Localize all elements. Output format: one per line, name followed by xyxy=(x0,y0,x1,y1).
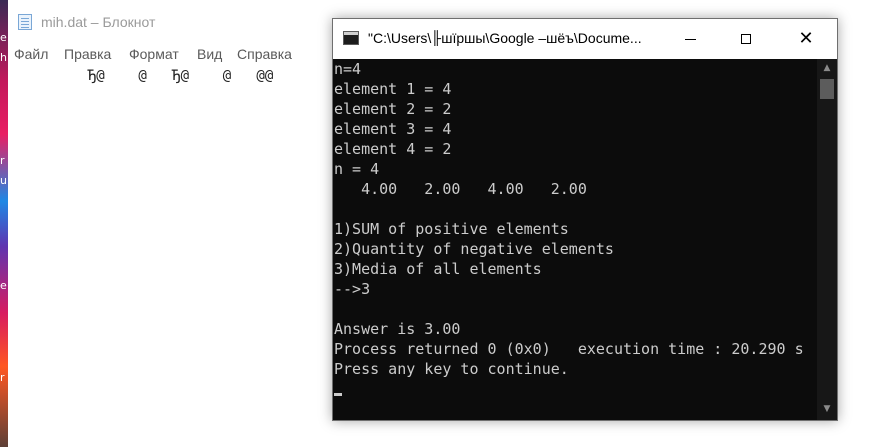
notepad-app-icon xyxy=(18,14,32,30)
desktop-icon-label-fragment: r xyxy=(0,371,5,384)
text-cursor xyxy=(334,393,342,396)
console-window-title: "C:\Users\╟шїршы\Google –шёъ\Docume... xyxy=(368,30,642,46)
console-line: -->3 xyxy=(334,280,371,298)
console-line: 3)Media of all elements xyxy=(334,260,542,278)
scrollbar-thumb[interactable] xyxy=(820,79,834,99)
console-window[interactable]: "C:\Users\╟шїршы\Google –шёъ\Docume... ✕… xyxy=(332,18,838,421)
menu-edit[interactable]: Правка xyxy=(64,46,111,62)
menu-format[interactable]: Формат xyxy=(129,46,179,62)
desktop-icon-label-fragment: h xyxy=(0,51,7,64)
menu-help[interactable]: Справка xyxy=(237,46,292,62)
close-icon: ✕ xyxy=(798,28,814,49)
minimize-button[interactable] xyxy=(667,19,713,59)
maximize-button[interactable] xyxy=(723,19,769,59)
console-output-text: n=4 element 1 = 4 element 2 = 2 element … xyxy=(333,59,817,379)
console-line: element 3 = 4 xyxy=(334,120,452,138)
console-line: Answer is 3.00 xyxy=(334,320,461,338)
notepad-window-title: mih.dat – Блокнот xyxy=(41,14,156,30)
console-app-icon xyxy=(343,31,359,45)
console-line: 4.00 2.00 4.00 2.00 xyxy=(334,180,587,198)
desktop-icon-label-fragment: r xyxy=(0,154,5,167)
console-output-area[interactable]: n=4 element 1 = 4 element 2 = 2 element … xyxy=(333,59,817,420)
console-line: element 4 = 2 xyxy=(334,140,452,158)
console-line: 2)Quantity of negative elements xyxy=(334,240,614,258)
console-vertical-scrollbar[interactable]: ▲ ▼ xyxy=(817,59,837,420)
console-line: n=4 xyxy=(334,60,362,78)
desktop-icon-label-fragment: e xyxy=(0,31,7,44)
desktop-background-strip: e h r ui e r xyxy=(0,0,10,447)
console-line: element 2 = 2 xyxy=(334,100,452,118)
desktop-icon-label-fragment: e xyxy=(0,279,7,292)
console-line: Process returned 0 (0x0) execution time … xyxy=(334,340,804,358)
maximize-icon xyxy=(741,34,751,44)
console-line: 1)SUM of positive elements xyxy=(334,220,569,238)
console-titlebar[interactable]: "C:\Users\╟шїршы\Google –шёъ\Docume... ✕ xyxy=(333,19,837,59)
console-line: element 1 = 4 xyxy=(334,80,452,98)
menu-file[interactable]: Файл xyxy=(14,46,48,62)
minimize-icon xyxy=(684,38,696,40)
notepad-text-area[interactable]: Ђ@ @ Ђ@ @ @@ xyxy=(12,68,273,84)
console-line: n = 4 xyxy=(334,160,380,178)
close-button[interactable]: ✕ xyxy=(783,19,829,59)
scroll-up-arrow-icon[interactable]: ▲ xyxy=(817,61,837,75)
scroll-down-arrow-icon[interactable]: ▼ xyxy=(817,402,837,416)
console-line: Press any key to continue. xyxy=(334,360,569,378)
menu-view[interactable]: Вид xyxy=(197,46,222,62)
